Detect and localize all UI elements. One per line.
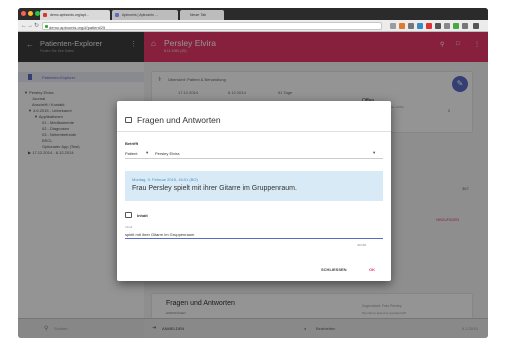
- browser-tabbar: demo.aptnomis.org/apt... Aptnomis | Aptn…: [18, 8, 488, 20]
- select-type: Patient: [125, 151, 138, 156]
- comment-icon: [125, 117, 132, 123]
- input-label: Inhalt: [125, 225, 133, 229]
- comment-icon: [125, 212, 132, 218]
- window-controls: [21, 11, 40, 16]
- tab-label: Aptnomis | Aptnomis ...: [122, 13, 158, 17]
- browser-toolbar: ← → ↻ demo.aptnomis.org/#/patient/25: [18, 20, 488, 32]
- extension-icon[interactable]: [408, 23, 414, 29]
- extension-icon[interactable]: [444, 23, 450, 29]
- message-box: Montag, 9. Februar 2015, 16:01 (BO) Frau…: [125, 171, 383, 201]
- favicon-icon: [43, 13, 47, 17]
- extension-icon[interactable]: [426, 23, 432, 29]
- ok-button[interactable]: OK: [369, 267, 375, 272]
- browser-window: demo.aptnomis.org/apt... Aptnomis | Aptn…: [18, 8, 488, 338]
- dialog-title: Fragen und Antworten: [137, 115, 221, 125]
- forward-icon[interactable]: →: [27, 23, 33, 29]
- extension-icon[interactable]: [435, 23, 441, 29]
- tab-label: demo.aptnomis.org/apt...: [50, 13, 89, 17]
- inhalt-input[interactable]: [125, 230, 383, 239]
- close-window-icon[interactable]: [21, 11, 26, 16]
- extension-icon[interactable]: [390, 23, 396, 29]
- chevron-down-icon: ▾: [373, 150, 376, 155]
- lock-icon: [44, 25, 48, 28]
- char-counter: 40/160: [357, 243, 367, 247]
- inhalt-label: Inhalt: [137, 213, 148, 218]
- favicon-icon: [115, 13, 119, 17]
- betrifft-select[interactable]: Patient ▾ Persley Elvira ▾: [125, 149, 383, 159]
- message-text: Frau Persley spielt mit ihrer Gitarre im…: [132, 185, 297, 192]
- divider: [117, 131, 391, 132]
- extension-icon[interactable]: [462, 23, 468, 29]
- browser-tab-1[interactable]: demo.aptnomis.org/apt...: [40, 10, 110, 20]
- extension-icon[interactable]: [399, 23, 405, 29]
- message-date: Montag, 9. Februar 2015, 16:01 (BO): [132, 177, 198, 182]
- extension-icon[interactable]: [417, 23, 423, 29]
- browser-tab-2[interactable]: Aptnomis | Aptnomis ...: [112, 10, 178, 20]
- extension-icon[interactable]: [453, 23, 459, 29]
- qa-dialog: Fragen und Antworten Betrifft Patient ▾ …: [117, 101, 391, 281]
- select-value: Persley Elvira: [155, 151, 180, 156]
- reload-icon[interactable]: ↻: [34, 23, 39, 29]
- close-button[interactable]: SCHLIESSEN: [321, 267, 347, 272]
- minimize-window-icon[interactable]: [28, 11, 33, 16]
- chevron-down-icon: ▾: [146, 150, 149, 155]
- tab-label: Neuer Tab: [190, 13, 207, 17]
- browser-tab-3[interactable]: Neuer Tab: [180, 10, 224, 20]
- betrifft-label: Betrifft: [125, 141, 139, 146]
- address-bar[interactable]: demo.aptnomis.org/#/patient/25: [42, 22, 382, 30]
- url-text: demo.aptnomis.org/#/patient/25: [49, 24, 106, 30]
- menu-icon[interactable]: [473, 23, 479, 29]
